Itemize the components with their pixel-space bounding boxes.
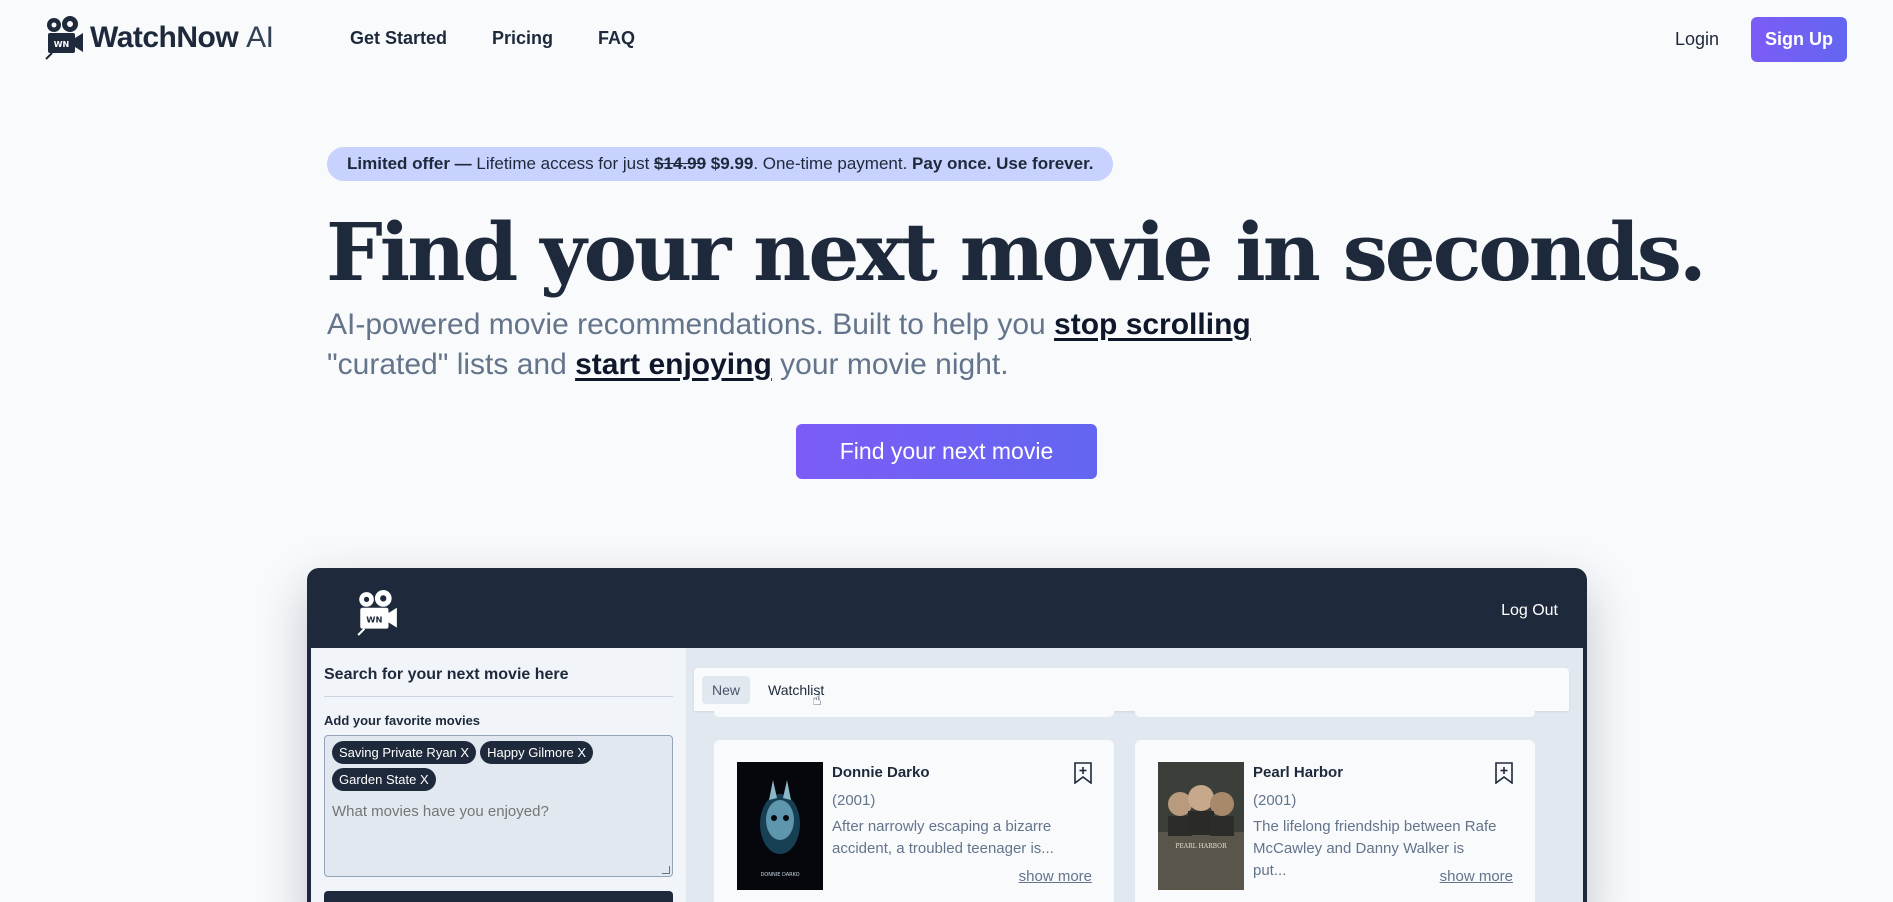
bookmark-add-icon[interactable] bbox=[1495, 762, 1513, 784]
app-preview-frame: WN Log Out Search for your next movie he… bbox=[307, 568, 1587, 902]
search-panel-title: Search for your next movie here bbox=[324, 666, 673, 697]
movie-camera-icon: WN bbox=[45, 16, 83, 60]
brand-logo-link[interactable]: WN WatchNow AI bbox=[44, 16, 274, 60]
favorites-text-input[interactable] bbox=[332, 803, 665, 820]
movie-card: PEARL HARBOR Pearl Harbor (2001) The lif… bbox=[1135, 740, 1535, 902]
logo-badge: WN bbox=[54, 40, 70, 49]
find-movie-cta-button[interactable]: Find your next movie bbox=[796, 424, 1097, 479]
hero-sub-emphasis-2: start enjoying bbox=[575, 348, 772, 381]
tab-new[interactable]: New bbox=[702, 675, 751, 704]
hero-sub-emphasis-1: stop scrolling bbox=[1054, 308, 1251, 341]
results-panel: New Watchlist ☝ DONNIE DARKO Donnie Dark… bbox=[694, 668, 1569, 902]
card-edge bbox=[1135, 711, 1535, 717]
nav-link-get-started[interactable]: Get Started bbox=[350, 28, 447, 49]
app-header: WN Log Out bbox=[311, 572, 1583, 648]
hero-subheading: AI-powered movie recommendations. Built … bbox=[327, 305, 1347, 385]
login-link[interactable]: Login bbox=[1675, 29, 1719, 50]
resize-handle[interactable] bbox=[662, 866, 670, 874]
nav-links: Get Started Pricing FAQ bbox=[350, 28, 635, 49]
movie-title: Pearl Harbor bbox=[1253, 764, 1344, 781]
offer-dash: — bbox=[449, 154, 477, 173]
top-nav: WN WatchNow AI Get Started Pricing FAQ L… bbox=[0, 0, 1893, 78]
signup-button[interactable]: Sign Up bbox=[1751, 17, 1847, 62]
favorite-chips: Saving Private Ryan X Happy Gilmore X Ga… bbox=[332, 741, 665, 791]
hero-headline: Find your next movie in seconds. bbox=[326, 205, 1707, 299]
card-edge bbox=[714, 711, 1114, 717]
nav-link-faq[interactable]: FAQ bbox=[598, 28, 635, 49]
app-body: Search for your next movie here Add your… bbox=[311, 648, 1583, 902]
brand-name: WatchNow AI bbox=[90, 21, 274, 55]
show-more-link[interactable]: show more bbox=[1019, 868, 1092, 885]
hero-sub-part-1: AI-powered movie recommendations. Built … bbox=[327, 308, 1055, 341]
brand-name-suffix: AI bbox=[246, 21, 274, 54]
brand-name-main: WatchNow bbox=[90, 21, 239, 54]
favorite-chip[interactable]: Saving Private Ryan X bbox=[332, 741, 477, 764]
movie-description: After narrowly escaping a bizarre accide… bbox=[832, 818, 1054, 857]
poster-title: PEARL HARBOR bbox=[1175, 843, 1227, 850]
poster-title: DONNIE DARKO bbox=[760, 872, 799, 878]
movie-year: (2001) bbox=[1253, 792, 1297, 809]
favorites-label: Add your favorite movies bbox=[324, 713, 481, 728]
bookmark-add-icon[interactable] bbox=[1074, 762, 1092, 784]
show-more-link[interactable]: show more bbox=[1440, 868, 1513, 885]
movie-poster: PEARL HARBOR bbox=[1158, 762, 1244, 890]
app-movie-camera-icon: WN bbox=[357, 590, 397, 636]
tab-watchlist[interactable]: Watchlist bbox=[758, 676, 834, 704]
nav-link-pricing[interactable]: Pricing bbox=[492, 28, 553, 49]
hero-sub-part-3: your movie night. bbox=[771, 348, 1009, 381]
offer-lead: Limited offer bbox=[347, 154, 450, 173]
favorite-chip[interactable]: Happy Gilmore X bbox=[480, 741, 594, 764]
offer-tail: Pay once. Use forever. bbox=[912, 154, 1094, 173]
movie-title: Donnie Darko bbox=[832, 764, 930, 781]
hand-cursor-icon: ☝ bbox=[812, 692, 822, 709]
limited-offer-banner: Limited offer — Lifetime access for just… bbox=[327, 147, 1114, 181]
search-panel: Search for your next movie here Add your… bbox=[311, 648, 686, 902]
offer-new-price: $9.99 bbox=[710, 154, 754, 173]
results-tabs: New Watchlist bbox=[694, 668, 1569, 711]
offer-text: Lifetime access for just bbox=[476, 154, 655, 173]
app-logo-badge: WN bbox=[366, 614, 382, 624]
search-submit-button[interactable] bbox=[324, 891, 673, 902]
favorites-input-box[interactable]: Saving Private Ryan X Happy Gilmore X Ga… bbox=[324, 735, 673, 877]
favorite-chip[interactable]: Garden State X bbox=[332, 768, 436, 791]
movie-poster: DONNIE DARKO bbox=[737, 762, 823, 890]
offer-old-price: $14.99 bbox=[654, 154, 707, 173]
offer-after: . One-time payment. bbox=[753, 154, 913, 173]
movie-card: DONNIE DARKO Donnie Darko (2001) After n… bbox=[714, 740, 1114, 902]
hero-sub-part-2: "curated" lists and bbox=[327, 348, 576, 381]
logout-link[interactable]: Log Out bbox=[1501, 602, 1558, 620]
movie-year: (2001) bbox=[832, 792, 876, 809]
